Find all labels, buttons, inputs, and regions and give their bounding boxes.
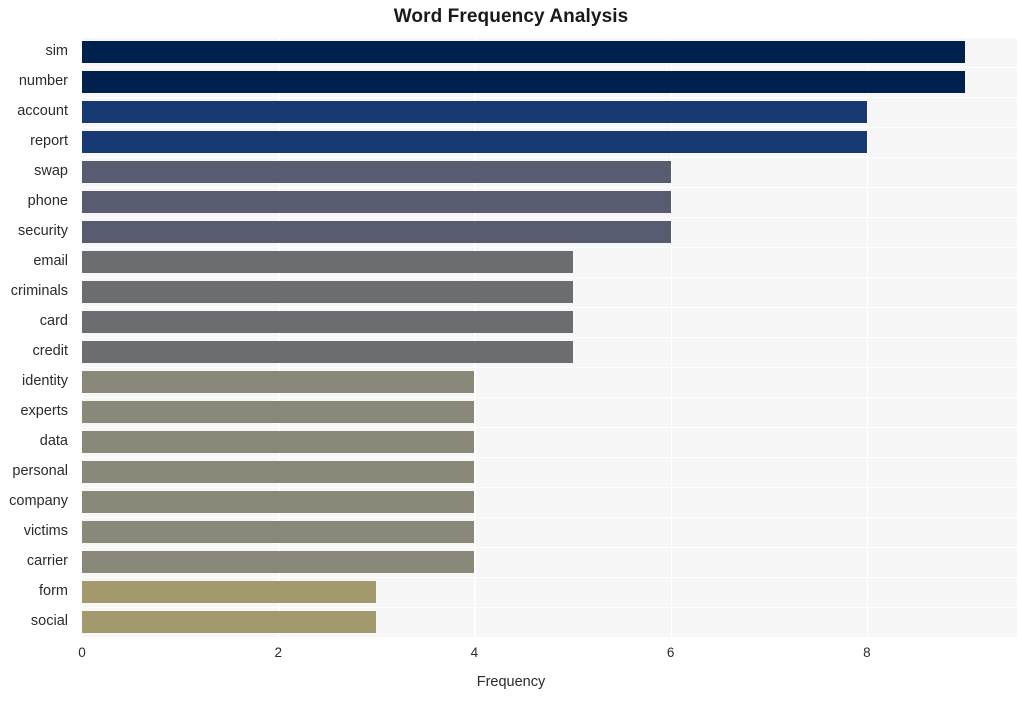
horizontal-gridline [82,307,1017,309]
bar[interactable] [82,401,475,423]
y-axis-tick-label: carrier [26,553,68,569]
x-axis-tick-label: 0 [78,645,86,660]
bar[interactable] [82,611,377,633]
x-axis-tick-label: 6 [666,645,675,660]
bar[interactable] [82,101,867,123]
y-axis-tick-label: card [39,313,68,329]
bar[interactable] [82,371,475,393]
y-axis-tick-label: phone [27,193,68,209]
bar[interactable] [82,491,475,513]
bar[interactable] [82,431,475,453]
y-axis-tick-label: identity [22,373,68,389]
bar[interactable] [82,71,965,93]
vertical-gridline [866,37,869,637]
vertical-gridline [278,37,280,637]
chart-title: Word Frequency Analysis [393,6,629,27]
bar[interactable] [82,221,671,243]
plot-area [82,37,1017,637]
y-axis-tick-label: number [18,73,68,89]
horizontal-gridline [82,397,1017,399]
y-axis-tick-labels: sim number account report swap phone security e… [0,37,76,637]
y-axis-tick-label: company [9,493,68,509]
y-axis-tick-label: personal [12,463,68,479]
bar[interactable] [82,551,475,573]
bar[interactable] [82,311,573,333]
y-axis-tick-label: account [17,103,68,119]
y-axis-tick-label: form [39,583,68,599]
x-axis-tick-label: 4 [470,645,479,660]
bar[interactable] [82,581,377,603]
y-axis-tick-label: criminals [10,283,68,299]
horizontal-gridline [82,607,1017,609]
horizontal-gridline [82,97,1017,99]
horizontal-gridline [82,127,1017,129]
bar[interactable] [82,41,965,63]
horizontal-gridline [82,547,1017,549]
bar[interactable] [82,521,475,543]
y-axis-tick-label: social [30,613,68,629]
x-axis-title: Frequency [476,674,546,690]
horizontal-gridline [82,577,1017,579]
y-axis-tick-label: victims [23,523,68,539]
y-axis-tick-label: credit [32,343,68,359]
bar[interactable] [82,251,573,273]
horizontal-gridline [82,157,1017,159]
y-axis-tick-label: email [33,253,68,269]
bar[interactable] [82,281,573,303]
horizontal-gridline [82,457,1017,459]
bar[interactable] [82,131,867,153]
y-axis-tick-label: report [30,133,68,149]
bar[interactable] [82,191,671,213]
horizontal-gridline [82,187,1017,189]
vertical-gridline [670,37,673,637]
horizontal-gridline [82,277,1017,279]
y-axis-tick-label: sim [45,43,68,59]
bar[interactable] [82,341,573,363]
y-axis-tick-label: experts [20,403,68,419]
horizontal-gridline [82,337,1017,339]
horizontal-gridline [82,427,1017,429]
vertical-gridline [474,37,476,637]
y-axis-tick-label: data [39,433,68,449]
vertical-gridline [82,37,84,637]
horizontal-gridline [82,217,1017,219]
bar[interactable] [82,161,671,183]
bar[interactable] [82,461,475,483]
horizontal-gridline [82,247,1017,249]
x-axis-tick-label: 8 [863,645,871,660]
horizontal-gridline [82,67,1017,69]
horizontal-gridline [82,367,1017,369]
chart-figure: Word Frequency Analysis sim number account… [0,0,1022,701]
x-axis-tick-label: 2 [274,645,282,660]
y-axis-tick-label: security [18,223,68,239]
y-axis-tick-label: swap [34,163,68,179]
horizontal-gridline [82,517,1017,519]
horizontal-gridline [82,37,1017,39]
horizontal-gridline [82,487,1017,489]
